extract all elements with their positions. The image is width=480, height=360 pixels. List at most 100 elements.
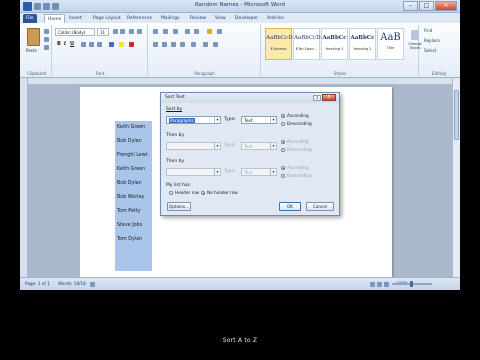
ascending-radio-1[interactable]: Ascending [281, 113, 309, 118]
help-button[interactable]: ? [313, 95, 321, 101]
bold-icon[interactable]: B [57, 41, 61, 47]
shading-icon[interactable] [203, 42, 208, 47]
minimize-button[interactable]: – [403, 1, 418, 11]
dialog-close-button[interactable]: X [322, 94, 336, 101]
then-by-select-2[interactable]: ▾ [166, 168, 221, 176]
text-effects-icon[interactable] [109, 42, 114, 47]
borders-icon[interactable] [213, 42, 218, 47]
tab-developer[interactable]: Developer [232, 14, 261, 23]
descending-radio-2[interactable]: Descending [281, 147, 312, 152]
vertical-scrollbar[interactable] [452, 78, 460, 277]
find-button[interactable]: Find [424, 28, 432, 33]
sort-by-select[interactable]: Paragraphs ▾ [166, 116, 221, 124]
zoom-slider-knob[interactable] [410, 281, 413, 287]
full-screen-icon[interactable] [377, 282, 382, 287]
vertical-ruler[interactable] [20, 78, 28, 277]
styles-group: AaBbCcDc ¶ Normal AaBbCcDc ¶ No Spaci...… [262, 25, 422, 76]
radio-label: Descending [287, 147, 312, 152]
proofing-icon[interactable] [90, 282, 95, 287]
close-button[interactable]: × [435, 1, 457, 11]
print-layout-icon[interactable] [370, 282, 375, 287]
select-button[interactable]: Select [424, 48, 436, 53]
header-row-radio[interactable]: Header row [169, 190, 199, 195]
list-item: Tom Petty [117, 209, 141, 214]
type-select[interactable]: Text ▾ [241, 116, 277, 124]
strikethrough-icon[interactable] [81, 42, 86, 47]
superscript-icon[interactable] [97, 42, 102, 47]
replace-button[interactable]: Replace [424, 38, 440, 43]
style-heading-1[interactable]: AaBbCc Heading 1 [321, 28, 348, 60]
italic-icon[interactable]: I [64, 41, 66, 47]
font-group: Calibri (Body) 11 B I U Font [53, 25, 148, 76]
font-name-select[interactable]: Calibri (Body) [55, 28, 95, 36]
video-frame: Random Names - Microsoft Word – □ × File… [0, 0, 480, 360]
shrink-font-icon[interactable] [120, 29, 125, 34]
then-by-select-1[interactable]: ▾ [166, 142, 221, 150]
style-heading-2[interactable]: AaBbCc Heading 2 [349, 28, 376, 60]
selected-names[interactable]: Keith Green Bob Dylan Frenghl Lewt Keith… [115, 121, 152, 271]
descending-radio-1[interactable]: Descending [281, 121, 312, 126]
tab-references[interactable]: References [124, 14, 155, 23]
tab-mailings[interactable]: Mailings [158, 14, 182, 23]
options-button[interactable]: Options... [167, 202, 191, 211]
list-item: Steve Jobs [117, 223, 143, 228]
format-painter-icon[interactable] [44, 45, 49, 50]
paste-label[interactable]: Paste [26, 48, 37, 53]
radio-label: Ascending [287, 165, 309, 170]
type-value-3: Text [244, 170, 253, 175]
justify-icon[interactable] [180, 42, 185, 47]
descending-radio-3[interactable]: Descending [281, 173, 312, 178]
font-color-icon[interactable] [129, 42, 134, 47]
decrease-indent-icon[interactable] [185, 29, 190, 34]
tab-home[interactable]: Home [44, 14, 66, 23]
tab-review[interactable]: Review [187, 14, 209, 23]
subscript-icon[interactable] [89, 42, 94, 47]
grow-font-icon[interactable] [113, 29, 118, 34]
tab-insert[interactable]: Insert [66, 14, 85, 23]
type-select-2[interactable]: Text ▾ [241, 142, 277, 150]
bullets-icon[interactable] [153, 29, 158, 34]
ascending-radio-3[interactable]: Ascending [281, 165, 309, 170]
list-item: Bob Worley [117, 195, 145, 200]
sort-icon[interactable] [207, 29, 212, 34]
line-spacing-icon[interactable] [191, 42, 196, 47]
highlight-icon[interactable] [119, 42, 124, 47]
style-title[interactable]: AaB Title [377, 28, 404, 60]
word-window: Random Names - Microsoft Word – □ × File… [20, 0, 460, 290]
underline-icon[interactable]: U [70, 41, 74, 47]
tab-page-layout[interactable]: Page Layout [90, 14, 124, 23]
copy-icon[interactable] [44, 37, 49, 42]
scrollbar-thumb[interactable] [454, 90, 459, 140]
cancel-button[interactable]: Cancel [306, 202, 334, 211]
word-count[interactable]: Words: 18/18 [58, 281, 86, 286]
style-no-spacing[interactable]: AaBbCcDc ¶ No Spaci... [293, 28, 324, 60]
numbering-icon[interactable] [163, 29, 168, 34]
type-select-3[interactable]: Text ▾ [241, 168, 277, 176]
tab-add-ins[interactable]: Add-Ins [264, 14, 287, 23]
style-name: ¶ Normal [270, 47, 287, 51]
font-size-select[interactable]: 11 [97, 28, 109, 36]
video-caption: Sort A to Z [222, 337, 258, 344]
web-layout-icon[interactable] [384, 282, 389, 287]
page-count[interactable]: Page: 1 of 1 [25, 281, 50, 286]
style-normal[interactable]: AaBbCcDc ¶ Normal [265, 28, 296, 60]
maximize-button[interactable]: □ [419, 1, 434, 11]
tab-file[interactable]: File [23, 14, 37, 23]
paste-icon[interactable] [27, 28, 40, 46]
ok-button[interactable]: OK [279, 202, 301, 211]
change-case-icon[interactable] [129, 29, 134, 34]
align-right-icon[interactable] [171, 42, 176, 47]
increase-indent-icon[interactable] [194, 29, 199, 34]
no-header-row-radio[interactable]: No header row [201, 190, 238, 195]
cut-icon[interactable] [44, 29, 49, 34]
align-left-icon[interactable] [153, 42, 158, 47]
ascending-radio-2[interactable]: Ascending [281, 139, 309, 144]
align-center-icon[interactable] [162, 42, 167, 47]
radio-dot [281, 140, 285, 144]
tab-view[interactable]: View [212, 14, 229, 23]
type-label: Type: [224, 117, 236, 122]
show-formatting-icon[interactable] [217, 29, 222, 34]
list-item: Keith Green [117, 125, 146, 130]
clear-formatting-icon[interactable] [137, 29, 142, 34]
multilevel-list-icon[interactable] [173, 29, 178, 34]
